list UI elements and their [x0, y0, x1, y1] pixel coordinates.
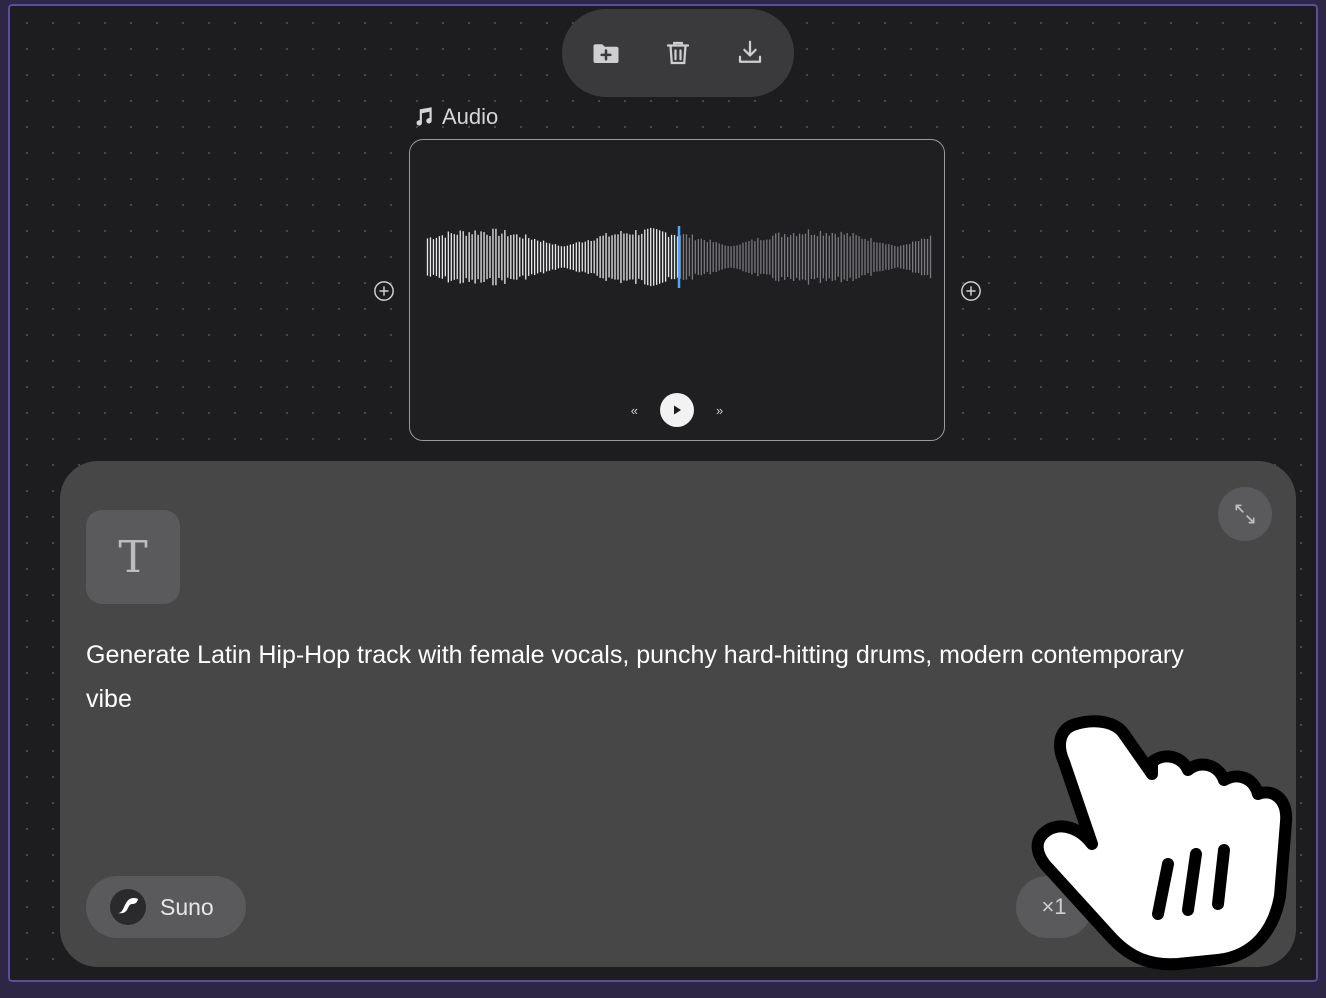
- expand-icon: [1235, 504, 1255, 524]
- trash-icon: [666, 41, 690, 65]
- audio-node-card[interactable]: « »: [409, 139, 945, 441]
- playback-controls: « »: [410, 393, 944, 427]
- download-button[interactable]: [727, 30, 773, 76]
- play-button[interactable]: [660, 393, 694, 427]
- generate-button[interactable]: [1172, 876, 1272, 938]
- text-type-icon: T: [118, 531, 148, 583]
- folder-plus-icon: [593, 44, 619, 63]
- model-name: Suno: [160, 893, 214, 920]
- node-toolbar: [562, 9, 794, 97]
- plus-circle-icon: [374, 281, 394, 301]
- plus-circle-icon: [961, 281, 981, 301]
- text-type-chip: T: [86, 510, 180, 604]
- audio-waveform[interactable]: [426, 226, 932, 288]
- add-folder-button[interactable]: [583, 30, 629, 76]
- add-output-port[interactable]: [960, 280, 982, 302]
- audio-label-text: Audio: [442, 104, 499, 129]
- download-icon: [738, 40, 762, 63]
- forward-button[interactable]: »: [716, 403, 723, 418]
- prompt-input[interactable]: Generate Latin Hip-Hop track with female…: [86, 633, 1206, 721]
- suno-logo-icon: [110, 889, 146, 925]
- rewind-button[interactable]: «: [631, 403, 638, 418]
- music-note-icon: [416, 107, 432, 126]
- audio-node-label: Audio: [410, 104, 498, 130]
- expand-button[interactable]: [1218, 487, 1272, 541]
- count-label: ×1: [1041, 894, 1067, 919]
- canvas[interactable]: Audio « » T Generate Latin Hip-Hop track…: [8, 4, 1318, 982]
- add-input-port[interactable]: [373, 280, 395, 302]
- delete-button[interactable]: [655, 30, 701, 76]
- model-selector[interactable]: Suno: [86, 876, 246, 938]
- count-selector[interactable]: ×1: [1016, 876, 1092, 938]
- prompt-panel: T Generate Latin Hip-Hop track with fema…: [60, 461, 1296, 967]
- play-icon: [674, 405, 681, 415]
